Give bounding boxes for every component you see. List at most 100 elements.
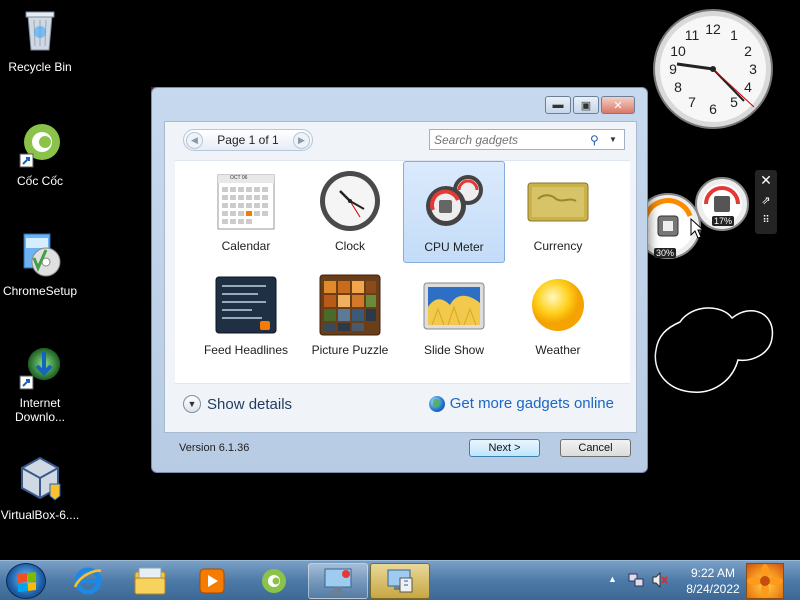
internet-explorer-icon xyxy=(73,567,102,595)
start-button[interactable] xyxy=(6,563,46,599)
desktop-icon-chromesetup[interactable]: ChromeSetup xyxy=(0,230,80,298)
cpu-percent: 30% xyxy=(654,248,677,258)
gadget-tile-slide-show[interactable]: Slide Show xyxy=(403,265,505,367)
taskbar-explorer[interactable] xyxy=(120,563,180,599)
gadget-toolbar: ✕ ⇗ ⠿ xyxy=(755,170,777,234)
svg-text:11: 11 xyxy=(685,27,700,43)
taskbar-desktop-gadgets[interactable] xyxy=(308,563,368,599)
gallery-panel: ◀ Page 1 of 1 ▶ ⚲ ▼ OCT 06 xyxy=(164,121,637,433)
slide-show-icon xyxy=(422,273,486,337)
svg-text:3: 3 xyxy=(749,61,757,77)
cpu-meter-icon xyxy=(422,170,486,234)
version-label: Version 6.1.36 xyxy=(179,442,250,454)
search-icon[interactable]: ⚲ xyxy=(590,133,606,147)
desktop-icon-virtualbox[interactable]: VirtualBox-6.... xyxy=(0,454,80,522)
gadget-tile-weather[interactable]: Weather xyxy=(507,265,609,367)
cancel-button[interactable]: Cancel xyxy=(560,439,631,457)
close-button[interactable]: ✕ xyxy=(601,96,635,114)
search-input[interactable] xyxy=(430,132,590,147)
gadget-tile-feed-headlines[interactable]: Feed Headlines xyxy=(195,265,297,367)
svg-text:12: 12 xyxy=(705,21,721,37)
svg-text:9: 9 xyxy=(669,61,677,77)
taskbar-time: 9:22 AM xyxy=(690,566,736,580)
search-box[interactable]: ⚲ ▼ xyxy=(429,129,625,150)
desktop-icon-recycle-bin[interactable]: Recycle Bin xyxy=(0,6,80,74)
show-hidden-icons-icon[interactable]: ▲ xyxy=(608,574,617,584)
gadget-placeholder xyxy=(652,302,776,396)
taskbar-media-player[interactable] xyxy=(182,563,242,599)
svg-text:6: 6 xyxy=(709,101,717,117)
chevron-down-icon[interactable]: ▼ xyxy=(183,395,201,413)
svg-text:5: 5 xyxy=(730,94,738,110)
virtualbox-icon xyxy=(16,454,64,502)
calendar-month: OCT 06 xyxy=(230,175,248,181)
installer-icon xyxy=(16,230,64,278)
gadget-label: CPU Meter xyxy=(424,240,484,254)
taskbar-coccoc[interactable] xyxy=(244,563,304,599)
mouse-cursor-icon xyxy=(690,217,705,245)
network-icon[interactable] xyxy=(628,571,644,592)
flower-icon xyxy=(747,564,783,598)
gadget-label: Currency xyxy=(533,239,583,253)
gadget-tile-picture-puzzle[interactable]: Picture Puzzle xyxy=(299,265,401,367)
coccoc-icon xyxy=(262,569,286,593)
folder-icon xyxy=(134,567,166,595)
picture-puzzle-icon xyxy=(318,273,382,337)
feed-headlines-icon xyxy=(214,273,278,337)
next-page-icon[interactable]: ▶ xyxy=(292,131,310,149)
windows-logo-icon xyxy=(18,572,36,592)
calendar-icon: OCT 06 xyxy=(214,169,278,233)
gadget-tile-cpu-meter[interactable]: CPU Meter xyxy=(403,161,505,263)
chevron-down-icon[interactable]: ▼ xyxy=(606,135,620,144)
resize-icon[interactable]: ⇗ xyxy=(755,190,777,210)
gadget-grid: OCT 06 Calendar Clock CPU Meter Currency… xyxy=(175,160,630,384)
minimize-button[interactable]: ▬ xyxy=(545,96,571,114)
globe-icon xyxy=(428,395,445,412)
pager-text: Page 1 of 1 xyxy=(217,133,279,147)
pager: ◀ Page 1 of 1 ▶ xyxy=(183,129,313,151)
taskbar-date: 8/24/2022 xyxy=(686,582,740,596)
svg-text:10: 10 xyxy=(670,43,686,59)
desktop-icon-label: Internet Downlo... xyxy=(14,396,66,424)
clock-icon xyxy=(318,169,382,233)
drag-handle-icon[interactable]: ⠿ xyxy=(755,210,777,230)
gadget-gallery-dialog: ▬ ▣ ✕ ◀ Page 1 of 1 ▶ ⚲ ▼ xyxy=(151,87,648,473)
taskbar-clock[interactable]: 9:22 AM 8/24/2022 xyxy=(680,565,746,597)
svg-text:1: 1 xyxy=(730,27,738,43)
recycle-bin-icon xyxy=(16,6,64,54)
show-desktop-button[interactable] xyxy=(746,563,784,599)
svg-text:2: 2 xyxy=(744,43,752,59)
currency-icon xyxy=(526,169,590,233)
taskbar-internet-explorer[interactable] xyxy=(58,563,118,599)
media-player-icon xyxy=(199,568,225,594)
desktop-icon-label: Cốc Cốc xyxy=(16,174,63,188)
desktop-icon-label: ChromeSetup xyxy=(2,284,78,298)
close-icon[interactable]: ✕ xyxy=(755,170,777,190)
volume-muted-icon[interactable] xyxy=(652,571,668,591)
gadget-label: Picture Puzzle xyxy=(311,343,389,357)
gadget-label: Feed Headlines xyxy=(203,343,289,357)
memory-percent: 17% xyxy=(712,216,735,226)
gadget-tile-clock[interactable]: Clock xyxy=(299,161,401,263)
next-button[interactable]: Next > xyxy=(469,439,540,457)
clock-gadget[interactable]: 12 1 2 345 678 9 10 11 xyxy=(652,8,774,130)
globe-download-icon xyxy=(16,342,64,390)
window-controls: ▬ ▣ ✕ xyxy=(545,96,635,114)
get-more-label: Get more gadgets online xyxy=(449,395,614,412)
desktop-icon-internet-download[interactable]: Internet Downlo... xyxy=(0,342,80,424)
gadget-tile-currency[interactable]: Currency xyxy=(507,161,609,263)
show-details-toggle[interactable]: ▼ Show details xyxy=(183,395,292,413)
gadget-label: Slide Show xyxy=(423,343,485,357)
gadget-tile-calendar[interactable]: OCT 06 Calendar xyxy=(195,161,297,263)
prev-page-icon[interactable]: ◀ xyxy=(186,131,203,149)
show-details-label: Show details xyxy=(207,395,293,413)
gadget-label: Clock xyxy=(334,239,365,253)
desktop-icon-label: Recycle Bin xyxy=(8,60,72,74)
gadget-label: Calendar xyxy=(221,239,271,253)
desktop-icon-label: VirtualBox-6.... xyxy=(0,508,80,522)
restore-button[interactable]: ▣ xyxy=(573,96,599,114)
get-more-gadgets-link[interactable]: Get more gadgets online xyxy=(428,395,614,412)
gadget-label: Weather xyxy=(535,343,581,357)
desktop-icon-coccoc[interactable]: Cốc Cốc xyxy=(0,120,80,188)
taskbar-gadget-gallery[interactable] xyxy=(370,563,430,599)
